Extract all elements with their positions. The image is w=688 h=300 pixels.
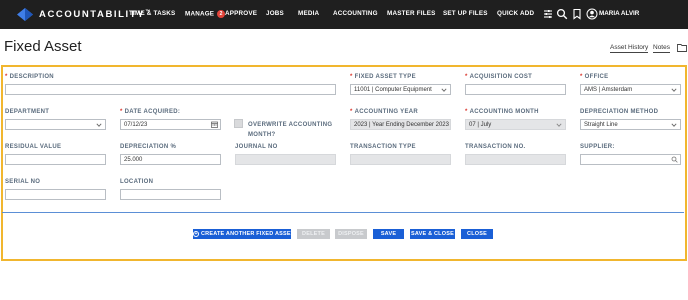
chevron-down-icon bbox=[556, 123, 562, 127]
transaction-type-field bbox=[350, 154, 451, 165]
accountability-logo-icon[interactable] bbox=[17, 8, 33, 21]
transaction-type-label: TRANSACTION TYPE bbox=[350, 144, 416, 150]
serial-no-field[interactable] bbox=[5, 189, 106, 200]
asset-history-link[interactable]: Asset History bbox=[610, 44, 649, 53]
nav-time-tasks[interactable]: TIME & TASKS bbox=[129, 10, 175, 17]
accounting-month-select: 07 | July bbox=[465, 119, 566, 130]
save-button[interactable]: SAVE bbox=[373, 229, 404, 239]
top-nav-bar: ACCOUNTABILITY™ TIME & TASKS MANAGE 2 AP… bbox=[0, 0, 688, 29]
transaction-no-label: TRANSACTION NO. bbox=[465, 144, 526, 150]
folder-icon[interactable] bbox=[677, 43, 687, 52]
form-divider bbox=[2, 212, 684, 213]
supplier-label: SUPPLIER: bbox=[580, 144, 615, 150]
close-button[interactable]: CLOSE bbox=[461, 229, 493, 239]
overwrite-accounting-month-label: OVERWRITE ACCOUNTING MONTH? bbox=[248, 122, 333, 138]
acquisition-cost-label: * ACQUISITION COST bbox=[465, 74, 533, 80]
user-icon[interactable] bbox=[586, 8, 598, 20]
office-select[interactable]: AMS | Amsterdam bbox=[580, 84, 681, 95]
create-another-fixed-asset-button[interactable]: + CREATE ANOTHER FIXED ASSET bbox=[193, 229, 294, 239]
fixed-asset-type-label: * FIXED ASSET TYPE bbox=[350, 74, 416, 80]
search-icon[interactable] bbox=[556, 8, 568, 20]
residual-value-label: RESIDUAL VALUE bbox=[5, 144, 62, 150]
department-select[interactable] bbox=[5, 119, 106, 130]
manage-count-badge: 2 bbox=[217, 10, 226, 18]
location-label: LOCATION bbox=[120, 179, 154, 185]
serial-no-label: SERIAL NO bbox=[5, 179, 41, 185]
depreciation-method-label: DEPRECIATION METHOD bbox=[580, 109, 659, 115]
residual-value-field[interactable] bbox=[5, 154, 106, 165]
nav-approve[interactable]: APPROVE bbox=[225, 10, 257, 17]
depreciation-method-select[interactable]: Straight Line bbox=[580, 119, 681, 130]
description-label: * DESCRIPTION bbox=[5, 74, 54, 80]
plus-circle-icon: + bbox=[193, 230, 199, 237]
journal-no-field bbox=[235, 154, 336, 165]
chevron-down-icon bbox=[671, 88, 677, 92]
notes-link[interactable]: Notes bbox=[653, 44, 670, 53]
chevron-down-icon bbox=[441, 88, 447, 92]
delete-button: DELETE bbox=[297, 229, 330, 239]
depreciation-pct-label: DEPRECIATION % bbox=[120, 144, 177, 150]
search-icon[interactable] bbox=[671, 156, 678, 163]
user-name[interactable]: MARIA ALVIR bbox=[599, 10, 639, 17]
chevron-down-icon bbox=[96, 123, 102, 127]
page-title: Fixed Asset bbox=[4, 38, 82, 55]
nav-master-files[interactable]: MASTER FILES bbox=[387, 10, 436, 17]
location-field[interactable] bbox=[120, 189, 221, 200]
fixed-asset-type-select[interactable]: 11001 | Computer Equipment bbox=[350, 84, 451, 95]
nav-manage[interactable]: MANAGE 2 bbox=[185, 10, 226, 18]
supplier-field[interactable] bbox=[580, 154, 681, 165]
accounting-year-label: * ACCOUNTING YEAR bbox=[350, 109, 419, 115]
accounting-month-label: * ACCOUNTING MONTH bbox=[465, 109, 539, 115]
office-label: * OFFICE bbox=[580, 74, 609, 80]
accounting-year-select: 2023 | Year Ending December 2023 bbox=[350, 119, 451, 130]
journal-no-label: JOURNAL NO bbox=[235, 144, 278, 150]
date-acquired-field[interactable]: 07/12/23 bbox=[120, 119, 221, 130]
calendar-icon[interactable] bbox=[211, 121, 218, 128]
date-acquired-label: * DATE ACQUIRED: bbox=[120, 109, 181, 115]
nav-accounting[interactable]: ACCOUNTING bbox=[333, 10, 378, 17]
nav-jobs[interactable]: JOBS bbox=[266, 10, 284, 17]
dispose-button: DISPOSE bbox=[335, 229, 367, 239]
overwrite-accounting-month-checkbox[interactable] bbox=[234, 119, 243, 128]
bookmark-icon[interactable] bbox=[571, 8, 583, 20]
nav-quick-add[interactable]: QUICK ADD bbox=[497, 10, 534, 17]
nav-set-up-files[interactable]: SET UP FILES bbox=[443, 10, 488, 17]
sliders-icon[interactable] bbox=[542, 8, 554, 20]
nav-media[interactable]: MEDIA bbox=[298, 10, 319, 17]
acquisition-cost-field[interactable] bbox=[465, 84, 566, 95]
transaction-no-field bbox=[465, 154, 566, 165]
department-label: DEPARTMENT bbox=[5, 109, 50, 115]
chevron-down-icon bbox=[671, 123, 677, 127]
depreciation-pct-field[interactable]: 25.000 bbox=[120, 154, 221, 165]
description-field[interactable] bbox=[5, 84, 336, 95]
save-close-button[interactable]: SAVE & CLOSE bbox=[410, 229, 455, 239]
